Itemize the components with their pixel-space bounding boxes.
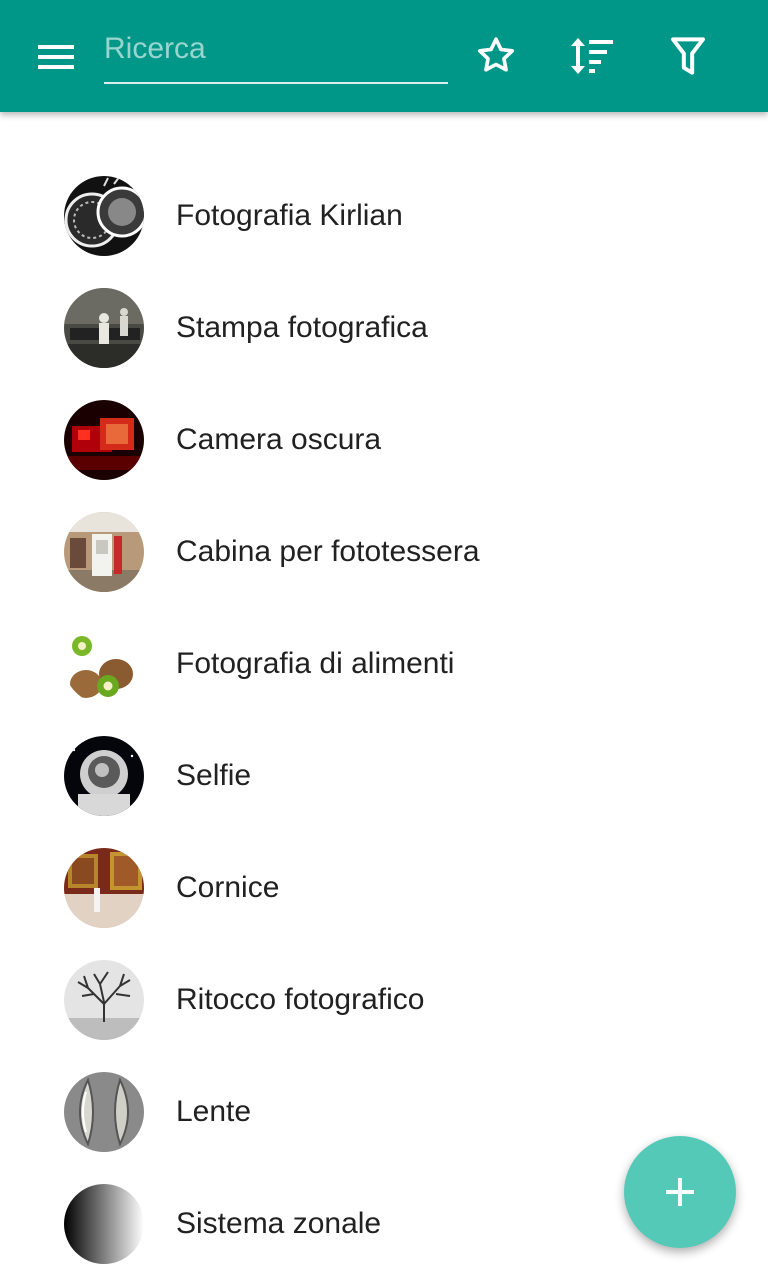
star-outline-icon: [478, 37, 514, 72]
list-item[interactable]: Selfie: [0, 720, 768, 832]
list-item[interactable]: Cabina per fototessera: [0, 496, 768, 608]
add-button[interactable]: [624, 1136, 736, 1248]
item-title: Sistema zonale: [176, 1207, 382, 1240]
item-title: Ritocco fotografico: [176, 983, 425, 1016]
item-thumbnail: [64, 960, 144, 1040]
list-item[interactable]: Stampa fotografica: [0, 272, 768, 384]
list-item[interactable]: Cornice: [0, 832, 768, 944]
item-thumbnail: [64, 512, 144, 592]
menu-button[interactable]: [28, 28, 84, 84]
filter-icon: [671, 37, 705, 75]
sort-button[interactable]: [564, 28, 620, 84]
item-thumbnail: [64, 624, 144, 704]
sort-icon: [571, 38, 613, 74]
item-title: Fotografia di alimenti: [176, 647, 455, 680]
item-title: Selfie: [176, 759, 252, 792]
list-item[interactable]: Fotografia di alimenti: [0, 608, 768, 720]
item-title: Cornice: [176, 871, 280, 904]
article-list: Fotografia Kirlian Stampa fotografica Ca…: [0, 160, 768, 1280]
list-item[interactable]: Ritocco fotografico: [0, 944, 768, 1056]
item-thumbnail: [64, 1184, 144, 1264]
item-thumbnail: [64, 288, 144, 368]
top-app-bar: [0, 0, 768, 112]
item-title: Fotografia Kirlian: [176, 199, 403, 232]
favorites-button[interactable]: [468, 28, 524, 84]
filter-button[interactable]: [660, 28, 716, 84]
item-title: Cabina per fototessera: [176, 535, 480, 568]
item-thumbnail: [64, 400, 144, 480]
item-thumbnail: [64, 736, 144, 816]
item-title: Lente: [176, 1095, 252, 1128]
list-item[interactable]: Fotografia Kirlian: [0, 160, 768, 272]
plus-icon: [666, 1178, 694, 1206]
item-thumbnail: [64, 176, 144, 256]
app-screen: Fotografia Kirlian Stampa fotografica: [0, 0, 768, 1280]
hamburger-menu-icon: [38, 45, 74, 69]
search-input[interactable]: [104, 24, 448, 74]
item-thumbnail: [64, 1072, 144, 1152]
item-title: Camera oscura: [176, 423, 382, 456]
item-title: Stampa fotografica: [176, 311, 428, 344]
list-item[interactable]: Camera oscura: [0, 384, 768, 496]
search-field: [104, 24, 448, 84]
item-thumbnail: [64, 848, 144, 928]
